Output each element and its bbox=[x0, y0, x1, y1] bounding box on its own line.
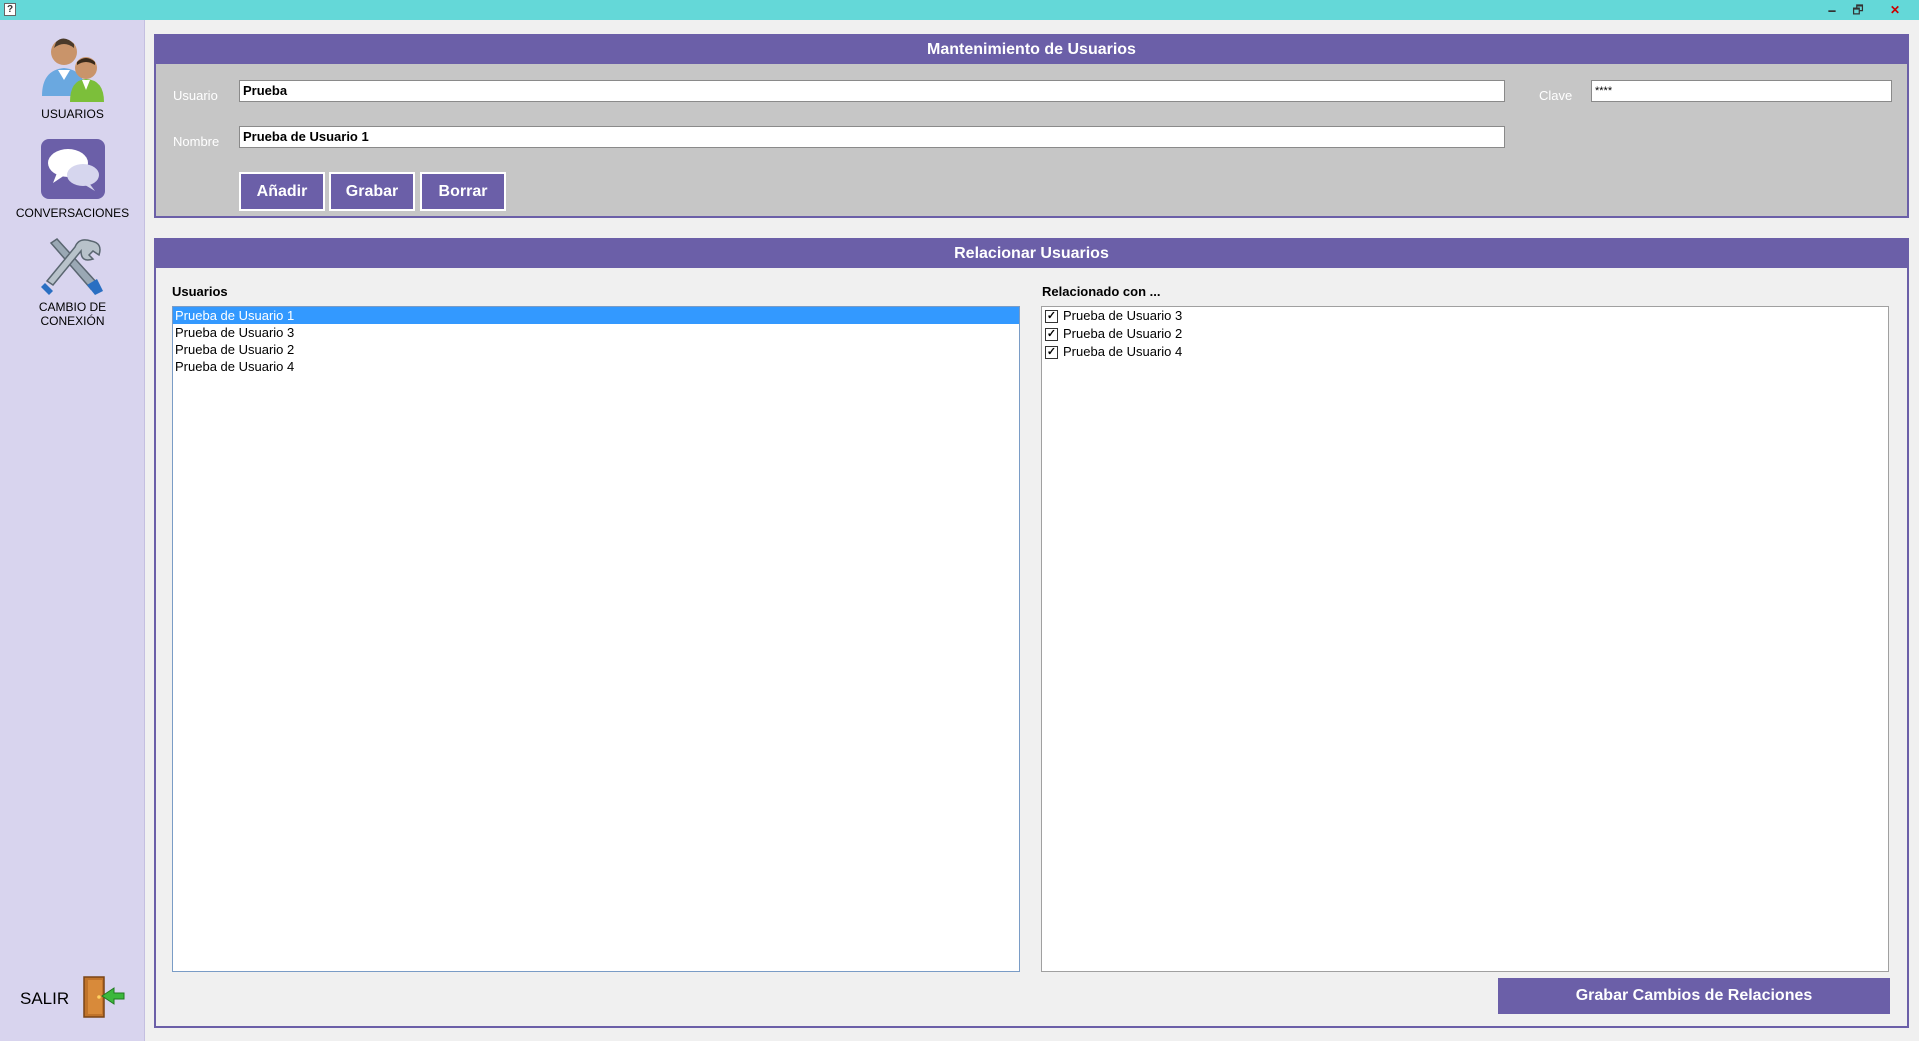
relacionado-checklist[interactable]: ✓ Prueba de Usuario 3 ✓ Prueba de Usuari… bbox=[1041, 306, 1889, 972]
sidebar-item-label: CONEXIÓN bbox=[40, 314, 105, 328]
clave-field[interactable]: **** bbox=[1591, 80, 1892, 102]
usuarios-listbox[interactable]: Prueba de Usuario 1 Prueba de Usuario 3 … bbox=[172, 306, 1020, 972]
list-item[interactable]: Prueba de Usuario 2 bbox=[173, 341, 1019, 358]
relacionado-list-title: Relacionado con ... bbox=[1042, 284, 1161, 299]
list-item-label: Prueba de Usuario 4 bbox=[1063, 344, 1183, 359]
salir-button[interactable]: SALIR bbox=[18, 975, 133, 1025]
relacionar-panel: Relacionar Usuarios Usuarios Prueba de U… bbox=[154, 238, 1909, 1028]
list-item-label: Prueba de Usuario 3 bbox=[1063, 308, 1183, 323]
app-icon[interactable]: ? bbox=[4, 3, 16, 16]
nombre-field[interactable]: Prueba de Usuario 1 bbox=[239, 126, 1505, 148]
borrar-button[interactable]: Borrar bbox=[420, 172, 506, 211]
sidebar-item-usuarios[interactable]: USUARIOS bbox=[0, 34, 145, 121]
list-item[interactable]: ✓ Prueba de Usuario 2 bbox=[1042, 325, 1888, 343]
checkbox[interactable]: ✓ bbox=[1045, 345, 1058, 359]
list-item-label: Prueba de Usuario 2 bbox=[1063, 326, 1183, 341]
list-item[interactable]: ✓ Prueba de Usuario 3 bbox=[1042, 307, 1888, 325]
grabar-button[interactable]: Grabar bbox=[329, 172, 415, 211]
nombre-label: Nombre bbox=[173, 134, 220, 149]
list-item[interactable]: Prueba de Usuario 1 bbox=[173, 307, 1019, 324]
sidebar-item-label: CAMBIO DE bbox=[38, 300, 107, 314]
usuario-label: Usuario bbox=[173, 88, 218, 103]
anadir-button[interactable]: Añadir bbox=[239, 172, 325, 211]
minimize-button[interactable]: 🗕 bbox=[1820, 1, 1844, 19]
salir-label: SALIR bbox=[20, 989, 70, 1008]
sidebar: USUARIOS CONVERSACIONES CAMBIO DE CONEXI… bbox=[0, 20, 145, 1041]
list-item[interactable]: Prueba de Usuario 3 bbox=[173, 324, 1019, 341]
checkbox[interactable]: ✓ bbox=[1045, 327, 1058, 341]
exit-door-icon bbox=[83, 976, 125, 1018]
close-button[interactable]: ✕ bbox=[1872, 1, 1918, 19]
list-item[interactable]: Prueba de Usuario 4 bbox=[173, 358, 1019, 375]
tools-icon bbox=[40, 238, 103, 295]
list-item[interactable]: ✓ Prueba de Usuario 4 bbox=[1042, 343, 1888, 361]
sidebar-item-label: USUARIOS bbox=[41, 107, 104, 121]
chat-bubbles-icon bbox=[40, 139, 105, 199]
usuarios-list-title: Usuarios bbox=[172, 284, 228, 299]
relacionar-title: Relacionar Usuarios bbox=[156, 240, 1907, 268]
usuario-field[interactable]: Prueba bbox=[239, 80, 1505, 102]
sidebar-item-conversaciones[interactable]: CONVERSACIONES bbox=[0, 137, 145, 220]
clave-label: Clave bbox=[1539, 88, 1573, 103]
grabar-cambios-relaciones-button[interactable]: Grabar Cambios de Relaciones bbox=[1498, 978, 1890, 1014]
window-title-bar[interactable]: ? 🗕 🗗 ✕ bbox=[0, 0, 1919, 20]
sidebar-item-cambio-conexion[interactable]: CAMBIO DE CONEXIÓN bbox=[0, 235, 145, 328]
mantenimiento-title: Mantenimiento de Usuarios bbox=[156, 36, 1907, 64]
users-icon bbox=[41, 38, 104, 102]
mantenimiento-panel: Mantenimiento de Usuarios Usuario Prueba… bbox=[154, 34, 1909, 218]
sidebar-item-label: CONVERSACIONES bbox=[15, 206, 130, 220]
restore-button[interactable]: 🗗 bbox=[1846, 1, 1870, 19]
checkbox[interactable]: ✓ bbox=[1045, 309, 1058, 323]
